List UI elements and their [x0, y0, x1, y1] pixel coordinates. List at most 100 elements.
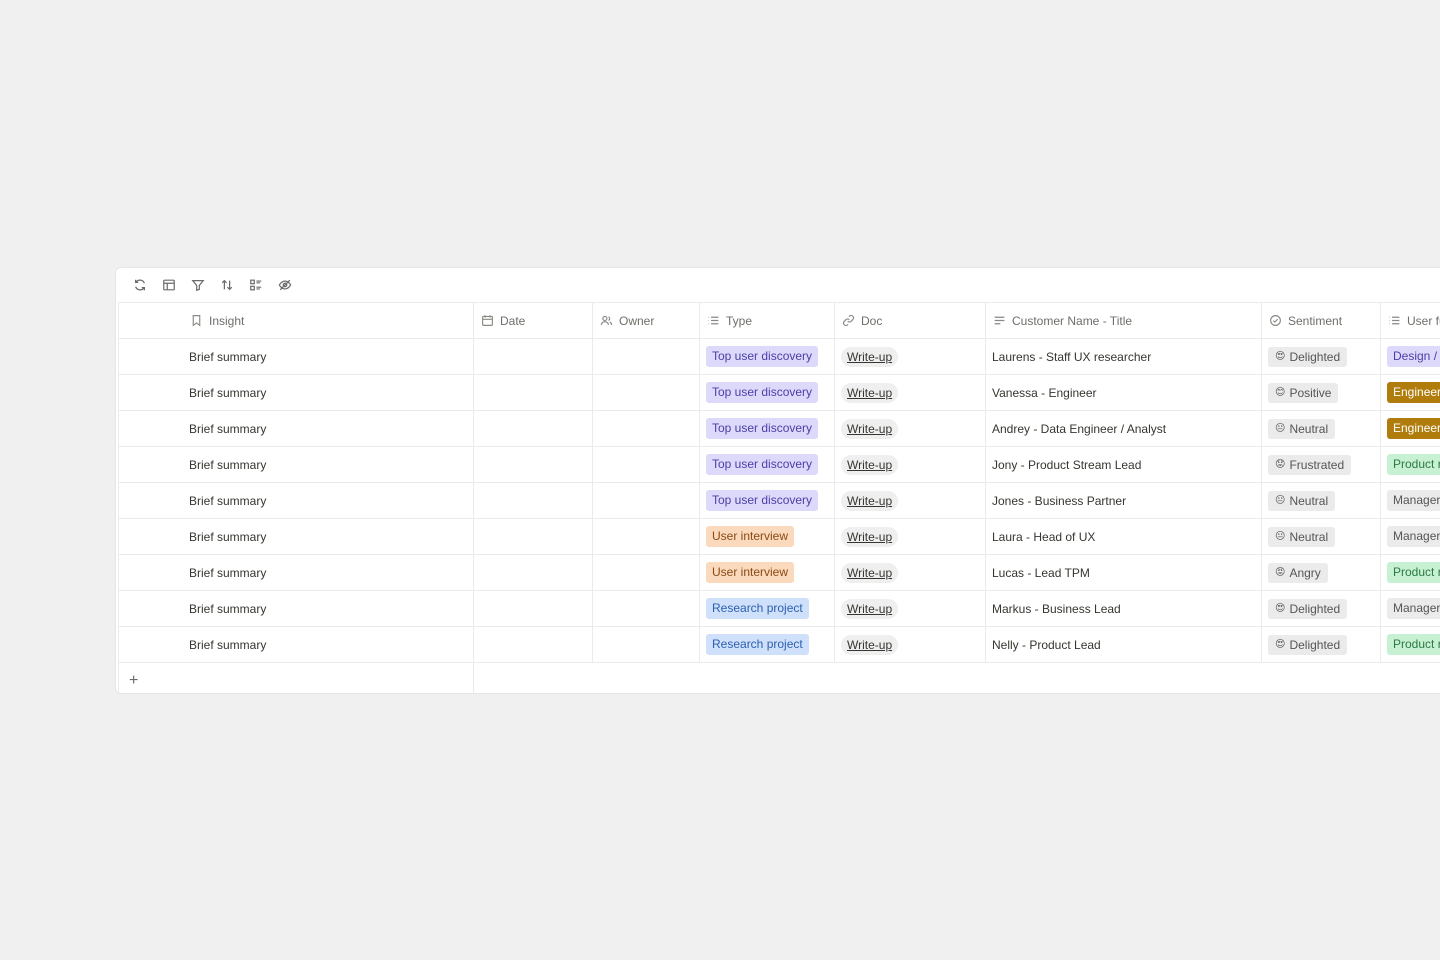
doc-cell[interactable]: Write-up: [834, 554, 986, 591]
filter-icon[interactable]: [188, 275, 208, 295]
customer-cell[interactable]: Laurens - Staff UX researcher: [985, 338, 1262, 375]
insight-cell[interactable]: Brief summary: [118, 590, 474, 627]
owner-cell[interactable]: [592, 554, 700, 591]
date-cell[interactable]: [473, 482, 593, 519]
table-row[interactable]: Brief summary Research project Write-up Mar…: [118, 590, 1440, 627]
doc-link[interactable]: Write-up: [841, 634, 899, 655]
date-cell[interactable]: [473, 590, 593, 627]
table-row[interactable]: Brief summary Top user discovery Write-up J…: [118, 482, 1440, 519]
type-cell[interactable]: Research project: [699, 590, 835, 627]
column-header-doc[interactable]: Doc: [834, 302, 986, 339]
refresh-icon[interactable]: [130, 275, 150, 295]
customer-cell[interactable]: Andrey - Data Engineer / Analyst: [985, 410, 1262, 447]
owner-cell[interactable]: [592, 374, 700, 411]
date-cell[interactable]: [473, 518, 593, 555]
insight-cell[interactable]: Brief summary: [118, 374, 474, 411]
owner-cell[interactable]: [592, 446, 700, 483]
insight-cell[interactable]: Brief summary: [118, 482, 474, 519]
date-cell[interactable]: [473, 374, 593, 411]
doc-link[interactable]: Write-up: [841, 562, 899, 583]
insight-cell[interactable]: Brief summary: [118, 518, 474, 555]
owner-cell[interactable]: [592, 410, 700, 447]
user-cell[interactable]: Manager: [1380, 590, 1440, 627]
date-cell[interactable]: [473, 338, 593, 375]
sentiment-cell[interactable]: 😊 Positive: [1261, 374, 1381, 411]
doc-link[interactable]: Write-up: [841, 490, 899, 511]
insight-cell[interactable]: Brief summary: [118, 554, 474, 591]
table-row[interactable]: Brief summary Top user discovery Write-up V…: [118, 374, 1440, 411]
date-cell[interactable]: [473, 410, 593, 447]
sentiment-cell[interactable]: 😐 Neutral: [1261, 410, 1381, 447]
doc-cell[interactable]: Write-up: [834, 518, 986, 555]
doc-cell[interactable]: Write-up: [834, 446, 986, 483]
doc-link[interactable]: Write-up: [841, 418, 899, 439]
doc-cell[interactable]: Write-up: [834, 374, 986, 411]
table-row[interactable]: Brief summary Top user discovery Write-up J…: [118, 446, 1440, 483]
column-header-sentiment[interactable]: Sentiment: [1261, 302, 1381, 339]
owner-cell[interactable]: [592, 482, 700, 519]
type-cell[interactable]: Research project: [699, 626, 835, 663]
doc-link[interactable]: Write-up: [841, 598, 899, 619]
customer-cell[interactable]: Jony - Product Stream Lead: [985, 446, 1262, 483]
sentiment-cell[interactable]: 😟 Frustrated: [1261, 446, 1381, 483]
add-row-cell[interactable]: +: [118, 662, 474, 693]
type-cell[interactable]: Top user discovery: [699, 338, 835, 375]
sentiment-cell[interactable]: 😍 Delighted: [1261, 590, 1381, 627]
table-row[interactable]: Brief summary Top user discovery Write-up L…: [118, 338, 1440, 375]
table-row[interactable]: Brief summary Research project Write-up Nel…: [118, 626, 1440, 663]
column-header-insight[interactable]: Insight: [118, 302, 474, 339]
type-cell[interactable]: Top user discovery: [699, 446, 835, 483]
doc-cell[interactable]: Write-up: [834, 482, 986, 519]
owner-cell[interactable]: [592, 338, 700, 375]
doc-cell[interactable]: Write-up: [834, 626, 986, 663]
insight-cell[interactable]: Brief summary: [118, 446, 474, 483]
doc-link[interactable]: Write-up: [841, 346, 899, 367]
add-row-button[interactable]: +: [120, 672, 138, 689]
user-cell[interactable]: Product r: [1380, 446, 1440, 483]
sentiment-cell[interactable]: 😐 Neutral: [1261, 482, 1381, 519]
user-cell[interactable]: Manager: [1380, 482, 1440, 519]
customer-cell[interactable]: Markus - Business Lead: [985, 590, 1262, 627]
sort-icon[interactable]: [217, 275, 237, 295]
doc-link[interactable]: Write-up: [841, 382, 899, 403]
owner-cell[interactable]: [592, 626, 700, 663]
table-row[interactable]: Brief summary User interview Write-up Laura…: [118, 518, 1440, 555]
customer-cell[interactable]: Lucas - Lead TPM: [985, 554, 1262, 591]
type-cell[interactable]: Top user discovery: [699, 410, 835, 447]
doc-cell[interactable]: Write-up: [834, 590, 986, 627]
insight-cell[interactable]: Brief summary: [118, 626, 474, 663]
user-cell[interactable]: Product r: [1380, 554, 1440, 591]
sentiment-cell[interactable]: 😡 Angry: [1261, 554, 1381, 591]
doc-link[interactable]: Write-up: [841, 454, 899, 475]
column-header-user[interactable]: User fu: [1380, 302, 1440, 339]
date-cell[interactable]: [473, 446, 593, 483]
user-cell[interactable]: Product r: [1380, 626, 1440, 663]
sentiment-cell[interactable]: 😐 Neutral: [1261, 518, 1381, 555]
hide-fields-icon[interactable]: [275, 275, 295, 295]
customer-cell[interactable]: Vanessa - Engineer: [985, 374, 1262, 411]
date-cell[interactable]: [473, 626, 593, 663]
group-icon[interactable]: [246, 275, 266, 295]
column-header-type[interactable]: Type: [699, 302, 835, 339]
insight-cell[interactable]: Brief summary: [118, 338, 474, 375]
column-header-owner[interactable]: Owner: [592, 302, 700, 339]
owner-cell[interactable]: [592, 590, 700, 627]
sentiment-cell[interactable]: 😍 Delighted: [1261, 626, 1381, 663]
type-cell[interactable]: User interview: [699, 554, 835, 591]
type-cell[interactable]: User interview: [699, 518, 835, 555]
customer-cell[interactable]: Laura - Head of UX: [985, 518, 1262, 555]
customer-cell[interactable]: Nelly - Product Lead: [985, 626, 1262, 663]
type-cell[interactable]: Top user discovery: [699, 482, 835, 519]
insight-cell[interactable]: Brief summary: [118, 410, 474, 447]
doc-cell[interactable]: Write-up: [834, 338, 986, 375]
table-row[interactable]: Brief summary User interview Write-up Lucas…: [118, 554, 1440, 591]
sentiment-cell[interactable]: 😍 Delighted: [1261, 338, 1381, 375]
doc-cell[interactable]: Write-up: [834, 410, 986, 447]
user-cell[interactable]: Engineer: [1380, 410, 1440, 447]
doc-link[interactable]: Write-up: [841, 526, 899, 547]
table-row[interactable]: Brief summary Top user discovery Write-up A…: [118, 410, 1440, 447]
user-cell[interactable]: Design /: [1380, 338, 1440, 375]
customer-cell[interactable]: Jones - Business Partner: [985, 482, 1262, 519]
layout-icon[interactable]: [159, 275, 179, 295]
column-header-date[interactable]: Date: [473, 302, 593, 339]
